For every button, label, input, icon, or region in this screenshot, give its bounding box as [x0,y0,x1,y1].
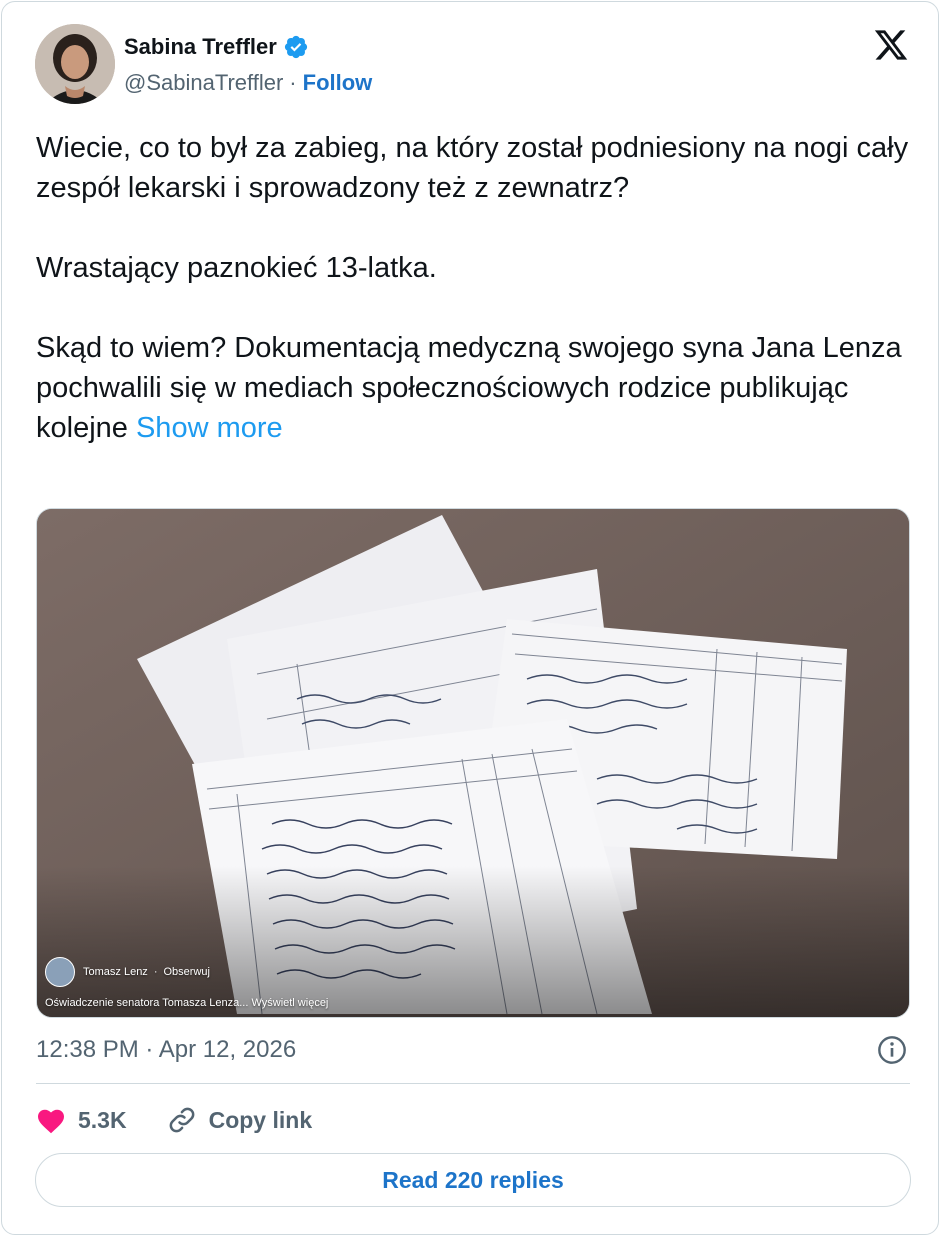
copy-link-label: Copy link [208,1106,313,1133]
info-icon[interactable] [876,1034,908,1066]
overlay-author-name: Tomasz Lenz [83,966,148,978]
avatar-photo [35,24,115,104]
show-more-link[interactable]: Show more [136,412,283,444]
timestamp-row: 12:38 PM · Apr 12, 2026 [36,1032,910,1068]
read-replies-button[interactable]: Read 220 replies [35,1153,911,1207]
tweet-paragraph: Skąd to wiem? Dokumentacją medyczną swoj… [36,328,916,448]
like-button[interactable]: 5.3K [36,1106,127,1134]
author-handle[interactable]: @SabinaTreffler [124,70,283,96]
tweet-media-image[interactable]: Tomasz Lenz · Obserwuj Oświadczenie sena… [36,508,910,1018]
tweet-timestamp[interactable]: 12:38 PM · Apr 12, 2026 [36,1036,296,1064]
link-icon [169,1107,194,1133]
action-bar: 5.3K Copy link [36,1100,312,1140]
author-handle-row: @SabinaTreffler · Follow [124,70,372,96]
heart-icon [38,1109,64,1134]
follow-button[interactable]: Follow [303,70,373,96]
tweet-card: Sabina Treffler @SabinaTreffler · Follow… [1,1,939,1235]
medical-documents-photo [37,509,909,1017]
overlay-avatar [45,957,75,987]
like-count: 5.3K [78,1106,127,1133]
tweet-text: Wiecie, co to był za zabieg, na który zo… [36,128,916,448]
overlay-follow: Obserwuj [163,966,210,978]
author-name-row[interactable]: Sabina Treffler [124,32,309,62]
media-overlay-caption: Oświadczenie senatora Tomasza Lenza... W… [45,997,329,1009]
verified-badge-icon [284,35,307,59]
media-overlay-author: Tomasz Lenz · Obserwuj [45,957,210,987]
tweet-paragraph: Wrastający paznokieć 13-latka. [36,252,437,284]
tweet-paragraph: Wiecie, co to był za zabieg, na który zo… [36,132,909,204]
separator: · [289,70,297,95]
avatar[interactable] [35,24,115,104]
x-logo-icon[interactable] [872,27,910,63]
copy-link-button[interactable]: Copy link [167,1105,313,1135]
author-name[interactable]: Sabina Treffler [124,34,277,60]
divider [36,1083,910,1084]
overlay-separator: · [153,966,158,978]
